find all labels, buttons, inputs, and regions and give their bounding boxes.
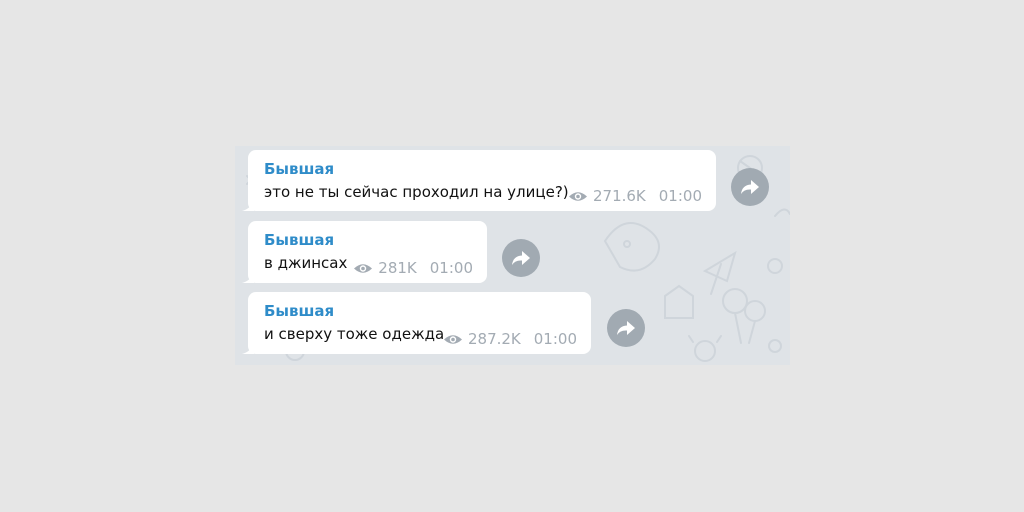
forward-arrow-icon xyxy=(512,251,530,265)
message-meta: 287.2K 01:00 xyxy=(443,330,577,348)
bubble-tail xyxy=(242,201,254,211)
message-time: 01:00 xyxy=(533,330,577,348)
view-count: 287.2K xyxy=(467,330,521,348)
eye-icon xyxy=(568,191,587,201)
message-bubble: Бывшая это не ты сейчас проходил на улиц… xyxy=(242,150,716,211)
forward-arrow-icon xyxy=(617,321,635,335)
message-bubble: Бывшая и сверху тоже одежда 287.2K 01:00 xyxy=(242,292,591,354)
sender-name[interactable]: Бывшая xyxy=(264,231,334,249)
message-meta: 281K 01:00 xyxy=(353,259,473,277)
message-text: и сверху тоже одежда xyxy=(264,325,445,343)
bubble-tail xyxy=(242,344,254,354)
forward-arrow-icon xyxy=(741,180,759,194)
chat-area: Бывшая это не ты сейчас проходил на улиц… xyxy=(235,146,790,365)
view-count: 271.6K xyxy=(592,187,646,205)
forward-button[interactable] xyxy=(607,309,645,347)
sender-name[interactable]: Бывшая xyxy=(264,302,334,320)
message-meta: 271.6K 01:00 xyxy=(568,187,702,205)
eye-icon xyxy=(443,334,462,344)
sender-name[interactable]: Бывшая xyxy=(264,160,334,178)
message-time: 01:00 xyxy=(429,259,473,277)
message-time: 01:00 xyxy=(658,187,702,205)
eye-icon xyxy=(354,263,373,273)
forward-button[interactable] xyxy=(502,239,540,277)
message-text: в джинсах xyxy=(264,254,348,272)
view-count: 281K xyxy=(378,259,417,277)
message-bubble: Бывшая в джинсах 281K 01:00 xyxy=(242,221,487,283)
bubble-tail xyxy=(242,273,254,283)
message-text: это не ты сейчас проходил на улице?) xyxy=(264,183,569,201)
forward-button[interactable] xyxy=(731,168,769,206)
